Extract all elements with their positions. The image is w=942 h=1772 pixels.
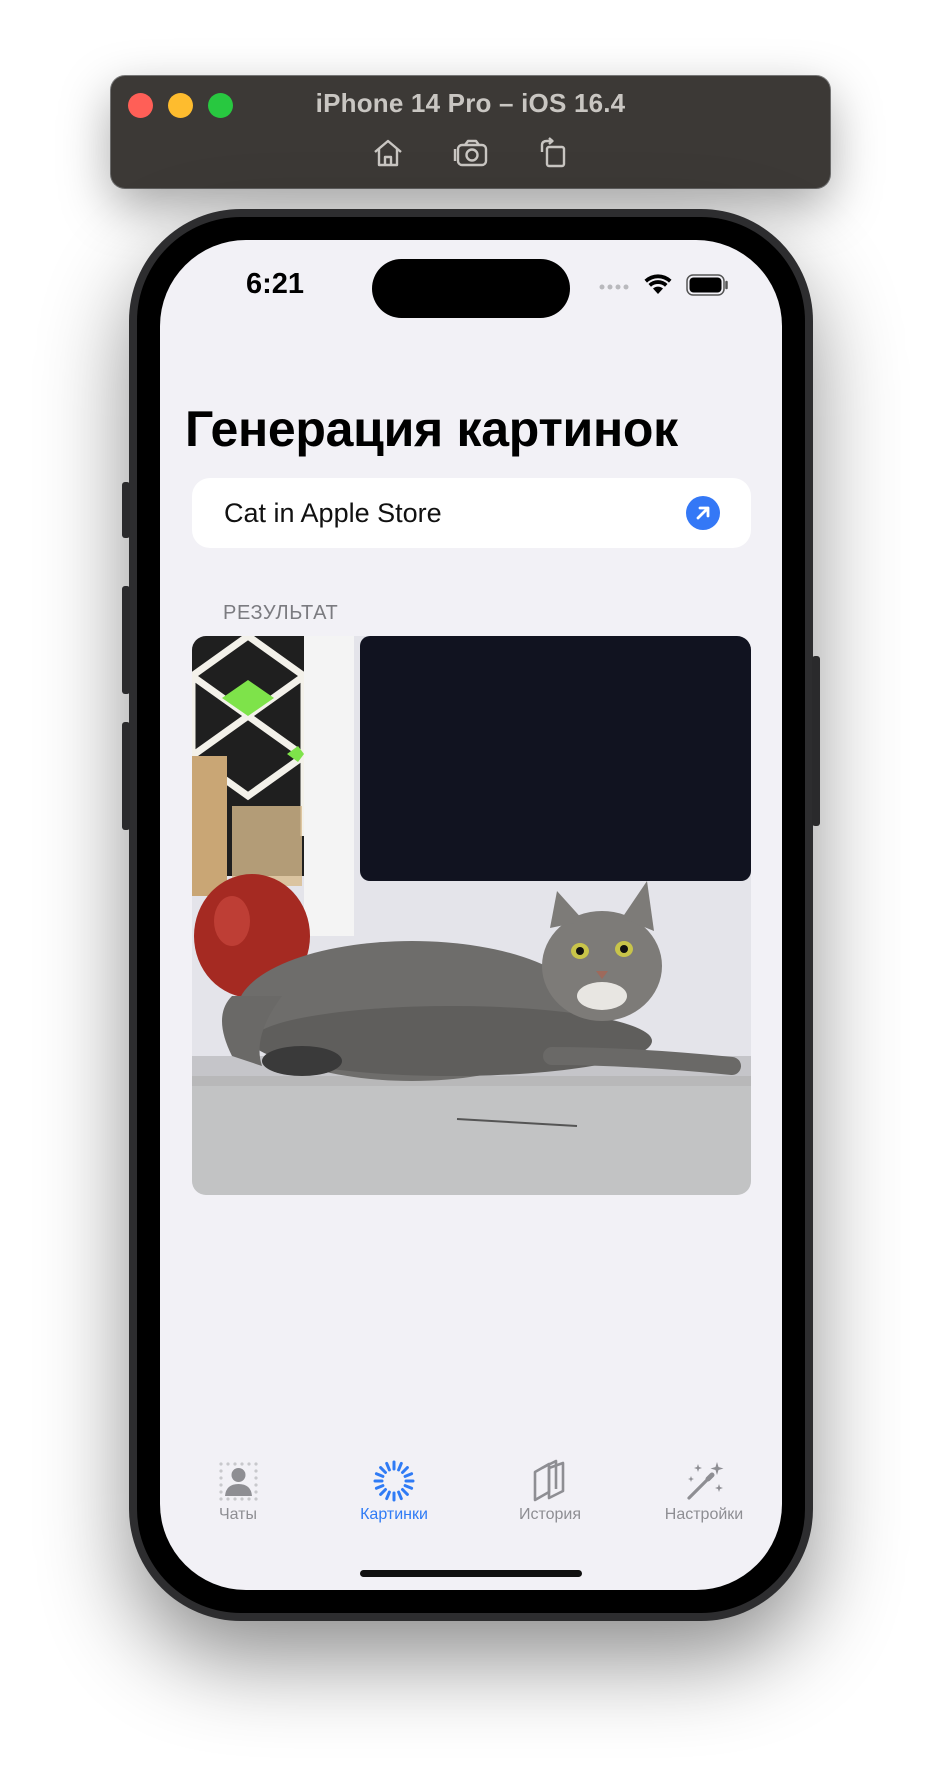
phone-screen: 6:21 Генерация картинок Cat in Apple Sto…: [160, 240, 782, 1590]
power-button: [812, 656, 820, 826]
dynamic-island: [372, 259, 570, 318]
action-button: [122, 482, 130, 538]
sparkles-icon: [681, 1458, 727, 1504]
stacked-pages-icon: [527, 1458, 573, 1504]
screenshot-icon[interactable]: [452, 134, 490, 172]
tab-history-label: История: [518, 1506, 582, 1523]
tab-chats[interactable]: Чаты: [168, 1458, 308, 1524]
rotate-icon[interactable]: [534, 134, 572, 172]
tab-settings-label: Настройки: [664, 1506, 744, 1523]
tab-bar: Чаты Картинки История Настройки: [160, 1458, 782, 1538]
tab-images[interactable]: Картинки: [324, 1458, 464, 1524]
page-title: Генерация картинок: [185, 401, 678, 457]
tab-chats-label: Чаты: [218, 1506, 258, 1523]
simulator-toolbar: [111, 134, 830, 172]
wifi-icon: [644, 274, 672, 301]
cellular-signal-icon: [599, 279, 631, 297]
result-image[interactable]: [192, 636, 751, 1195]
simulator-title: iPhone 14 Pro – iOS 16.4: [315, 88, 626, 118]
volume-up-button: [122, 586, 130, 694]
tab-settings[interactable]: Настройки: [634, 1458, 774, 1524]
arrow-up-right-circle-icon: [696, 506, 710, 520]
battery-icon: [686, 274, 730, 301]
status-icons: [599, 274, 730, 298]
prompt-input[interactable]: Cat in Apple Store: [192, 478, 751, 548]
home-icon[interactable]: [369, 134, 407, 172]
result-section-header: РЕЗУЛЬТАТ: [223, 602, 339, 624]
prompt-input-value: Cat in Apple Store: [224, 498, 442, 528]
spinner-icon: [371, 1458, 417, 1504]
status-time: 6:21: [246, 268, 305, 300]
tab-history[interactable]: История: [480, 1458, 620, 1524]
volume-down-button: [122, 722, 130, 830]
person-icon: [215, 1458, 261, 1504]
send-button[interactable]: [686, 496, 720, 530]
tab-images-label: Картинки: [360, 1506, 428, 1523]
simulator-window: iPhone 14 Pro – iOS 16.4: [111, 76, 830, 188]
home-indicator[interactable]: [360, 1570, 582, 1577]
generated-cat-image: [192, 636, 751, 1195]
stage: iPhone 14 Pro – iOS 16.4 6:21 Генерация …: [0, 0, 942, 1772]
